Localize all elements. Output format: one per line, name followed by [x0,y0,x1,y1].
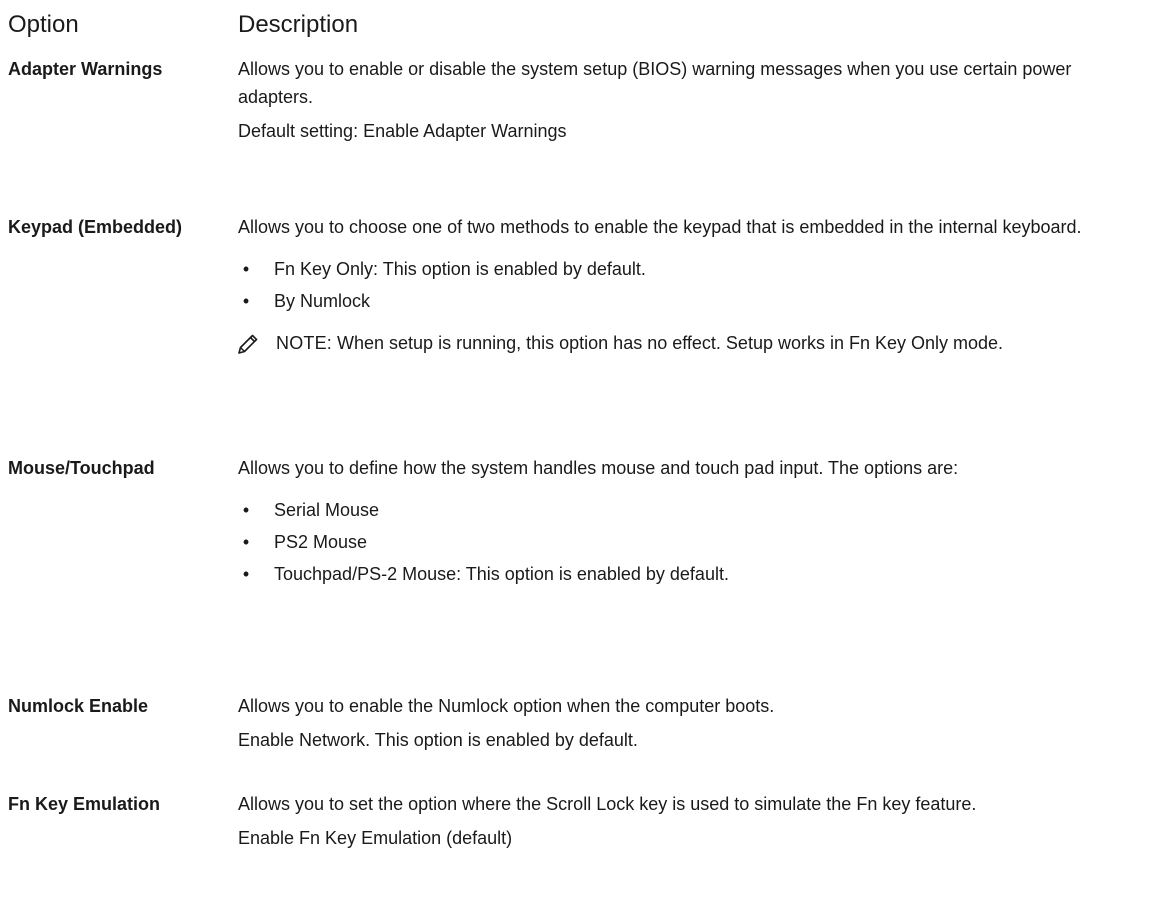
description-text: Allows you to choose one of two methods … [238,217,1082,237]
bullet-icon: • [242,500,250,520]
bullet-icon: • [242,564,250,584]
table-header: Option Description [0,8,1159,42]
header-description: Description [238,11,359,38]
option-description: Allows you to enable or disable the syst… [238,55,1143,145]
note-text: When setup is running, this option has n… [332,333,1004,353]
description-text: Allows you to define how the system hand… [238,458,959,478]
bullet-icon: • [242,532,250,552]
bullet-icon: • [242,291,250,311]
option-name: Fn Key Emulation [8,794,161,814]
option-description: Allows you to choose one of two methods … [238,213,1143,357]
note-callout: NOTE: When setup is running, this option… [238,329,1143,357]
list-item-text: By Numlock [274,291,371,311]
option-description: Allows you to define how the system hand… [238,454,1143,592]
pencil-note-icon [238,334,258,354]
bullet-icon: • [242,259,250,279]
description-text: Allows you to set the option where the S… [238,794,977,814]
option-description: Allows you to set the option where the S… [238,790,1143,852]
list-item: • By Numlock [238,287,1143,315]
option-name: Keypad (Embedded) [8,217,183,237]
option-list: • Serial Mouse • PS2 Mouse • Touchpad/PS… [238,496,1143,588]
list-item: • Fn Key Only: This option is enabled by… [238,255,1143,283]
default-setting-text: Default setting: Enable Adapter Warnings [238,121,567,141]
option-name: Adapter Warnings [8,59,163,79]
list-item-text: PS2 Mouse [274,532,368,552]
option-name: Numlock Enable [8,696,149,716]
note-label: NOTE: [276,333,333,353]
default-setting-text: Enable Fn Key Emulation (default) [238,828,513,848]
header-option: Option [8,11,79,38]
list-item: • Serial Mouse [238,496,1143,524]
option-name: Mouse/Touchpad [8,458,155,478]
default-setting-text: Enable Network. This option is enabled b… [238,730,638,750]
list-item-text: Fn Key Only: This option is enabled by d… [274,259,646,279]
description-text: Allows you to enable the Numlock option … [238,696,775,716]
list-item: • Touchpad/PS-2 Mouse: This option is en… [238,560,1143,588]
list-item-text: Serial Mouse [274,500,380,520]
option-description: Allows you to enable the Numlock option … [238,692,1143,754]
description-text: Allows you to enable or disable the syst… [238,59,1072,107]
option-list: • Fn Key Only: This option is enabled by… [238,255,1143,315]
list-item: • PS2 Mouse [238,528,1143,556]
list-item-text: Touchpad/PS-2 Mouse: This option is enab… [274,564,729,584]
